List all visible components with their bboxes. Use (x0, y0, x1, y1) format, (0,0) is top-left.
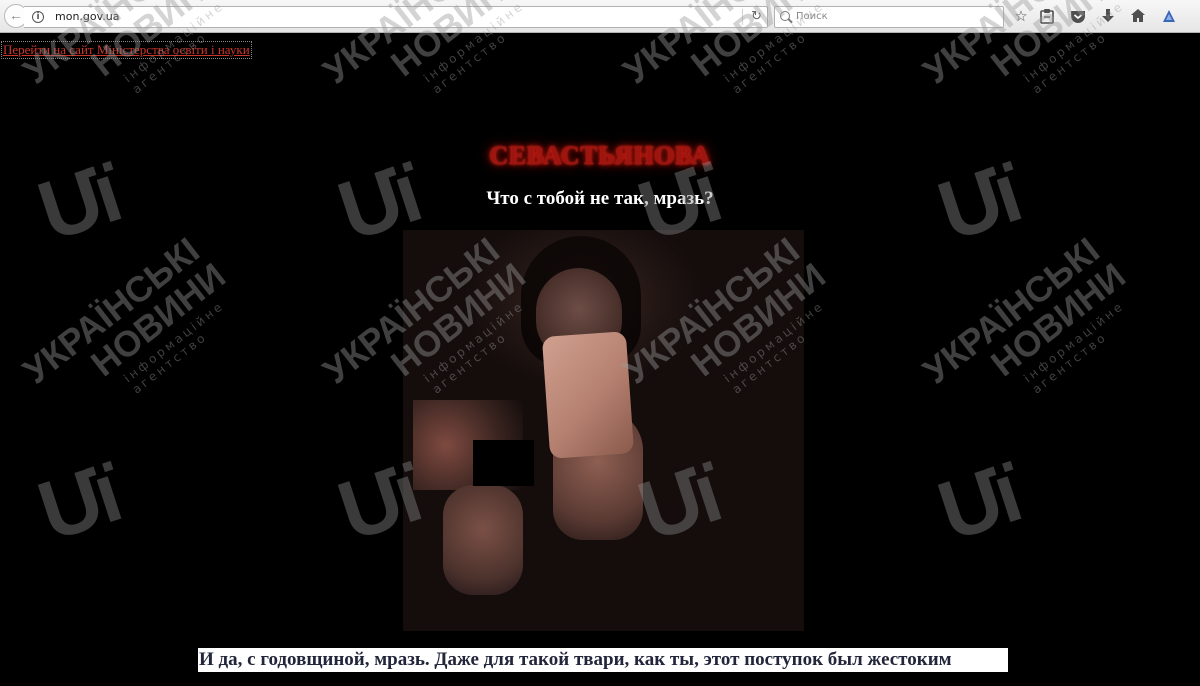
clipboard-icon[interactable] (1037, 6, 1057, 26)
search-icon (780, 11, 790, 21)
defaced-page: Перейти на сайт Міністерства освіти і на… (0, 34, 1200, 686)
browser-toolbar: ← i mon.gov.ua ↻ Поиск ☆ (0, 0, 1200, 33)
star-icon[interactable]: ☆ (1011, 6, 1031, 26)
hacker-name-title: СЕВАСТЬЯНОВА (489, 141, 711, 170)
pocket-icon[interactable] (1068, 6, 1088, 26)
censor-box (473, 440, 534, 486)
back-arrow-icon: ← (9, 7, 23, 23)
photo-phone (541, 331, 635, 459)
search-bar[interactable]: Поиск (774, 6, 1004, 28)
reload-icon[interactable]: ↻ (751, 9, 762, 24)
selfie-photo (403, 230, 804, 631)
url-bar-separator (742, 9, 743, 25)
url-bar[interactable]: i mon.gov.ua ↻ (24, 6, 768, 28)
insult-heading: Что с тобой не так, мразь? (486, 188, 714, 209)
photo-raised-hand (443, 485, 523, 595)
home-icon[interactable] (1128, 6, 1148, 26)
url-text[interactable]: mon.gov.ua (55, 10, 120, 23)
anniversary-message: И да, с годовщиной, мразь. Даже для тако… (198, 648, 1008, 672)
ministry-site-link[interactable]: Перейти на сайт Міністерства освіти і на… (1, 41, 252, 59)
triangle-extension-icon[interactable] (1159, 6, 1179, 26)
download-arrow-icon[interactable] (1098, 6, 1118, 26)
info-icon[interactable]: i (32, 11, 44, 23)
search-placeholder: Поиск (796, 11, 828, 22)
